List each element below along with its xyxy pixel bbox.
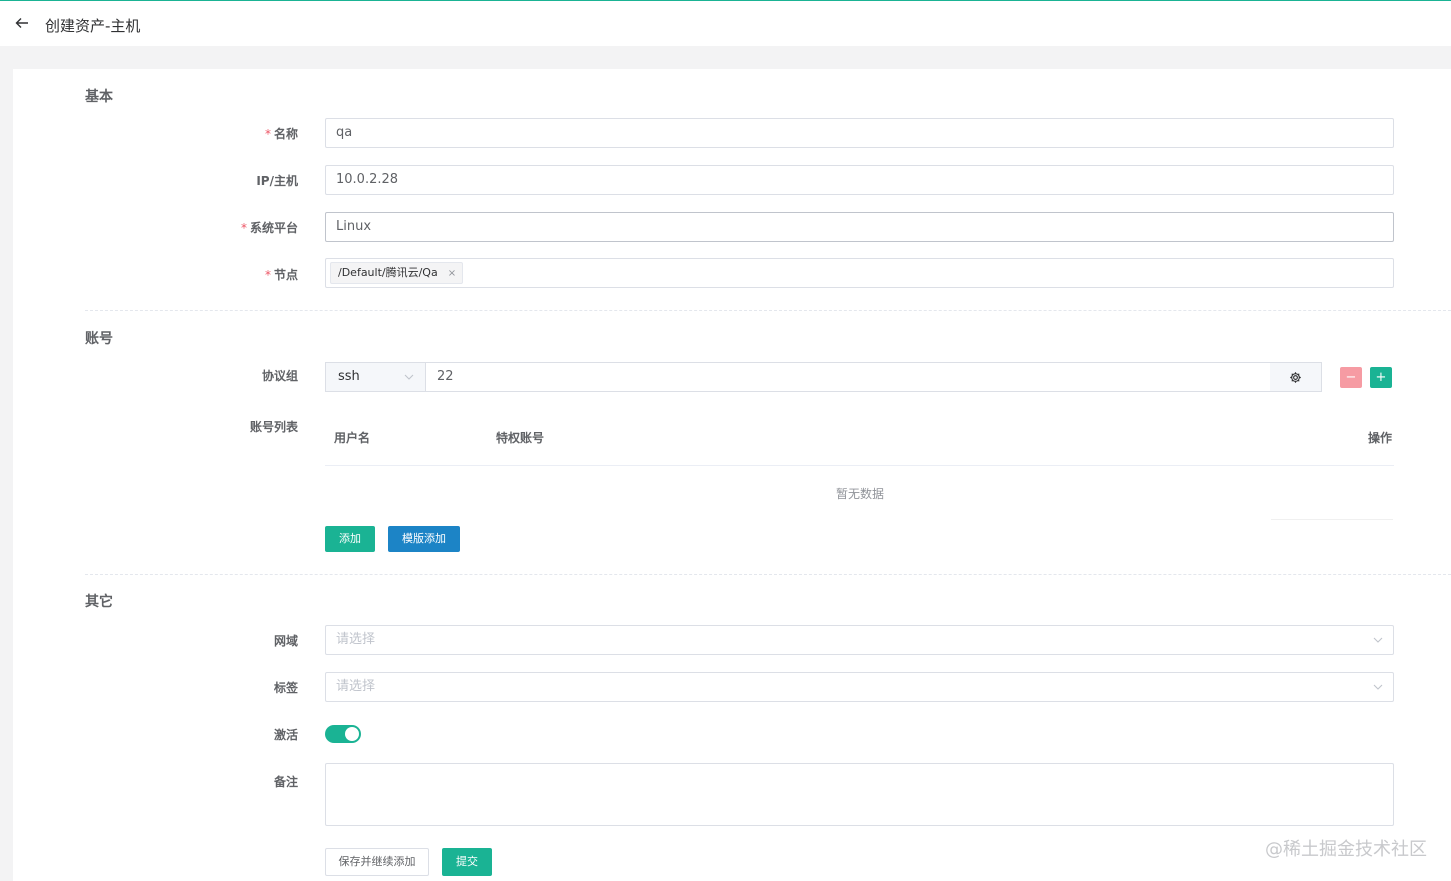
add-account-button[interactable]: 添加 [325, 526, 375, 552]
node-select[interactable]: /Default/腾讯云/Qa × [325, 258, 1394, 288]
switch-knob [345, 727, 359, 741]
active-label: 激活 [273, 728, 298, 742]
ip-input[interactable]: 10.0.2.28 [325, 165, 1394, 195]
arrow-left-icon[interactable] [14, 15, 30, 31]
chevron-down-icon [404, 374, 414, 380]
node-label: * 节点 [264, 268, 298, 282]
domain-label: 网域 [273, 634, 298, 648]
template-add-button[interactable]: 模版添加 [388, 526, 460, 552]
divider [85, 310, 1451, 311]
domain-select[interactable]: 请选择 [325, 625, 1394, 655]
add-protocol-button[interactable]: + [1370, 367, 1392, 388]
name-label: * 名称 [264, 127, 298, 141]
column-actions: 操作 [1367, 431, 1392, 445]
node-tag: /Default/腾讯云/Qa × [330, 262, 464, 284]
comment-label: 备注 [273, 775, 298, 789]
form-panel: 基本 * 名称 qa IP/主机 10.0.2.28 * 系统平台 Linux * 节… [13, 69, 1451, 881]
protocol-settings-button[interactable] [1270, 362, 1322, 392]
protocol-label: 协议组 [261, 369, 298, 383]
divider [85, 574, 1451, 575]
submit-button[interactable]: 提交 [442, 848, 492, 876]
name-input[interactable]: qa [325, 118, 1394, 148]
labels-select[interactable]: 请选择 [325, 672, 1394, 702]
active-switch[interactable] [325, 725, 361, 743]
protocol-select[interactable]: ssh [325, 362, 426, 392]
gear-icon [1290, 371, 1301, 383]
chevron-down-icon [1373, 637, 1383, 643]
column-privileged: 特权账号 [496, 431, 545, 445]
platform-select[interactable]: Linux [325, 212, 1394, 242]
section-title-basic: 基本 [85, 89, 113, 105]
divider [1271, 519, 1393, 520]
tag-close-icon[interactable]: × [448, 268, 456, 279]
section-title-other: 其它 [85, 594, 113, 610]
section-title-account: 账号 [85, 331, 113, 347]
account-list-label: 账号列表 [249, 420, 298, 434]
top-bar: 创建资产-主机 [0, 0, 1451, 46]
save-continue-button[interactable]: 保存并继续添加 [325, 848, 429, 876]
watermark: @稀土掘金技术社区 [1265, 839, 1427, 860]
remove-protocol-button[interactable]: − [1340, 367, 1362, 388]
comment-textarea[interactable] [325, 763, 1394, 826]
chevron-down-icon [1373, 684, 1383, 690]
ip-label: IP/主机 [256, 174, 298, 188]
page-title: 创建资产-主机 [45, 17, 141, 35]
port-input[interactable]: 22 [425, 362, 1271, 392]
platform-label: * 系统平台 [240, 221, 298, 235]
empty-text: 暂无数据 [836, 487, 885, 501]
column-username: 用户名 [334, 431, 371, 445]
account-table-header: 用户名 特权账号 操作 [325, 415, 1394, 466]
labels-label: 标签 [273, 681, 298, 695]
